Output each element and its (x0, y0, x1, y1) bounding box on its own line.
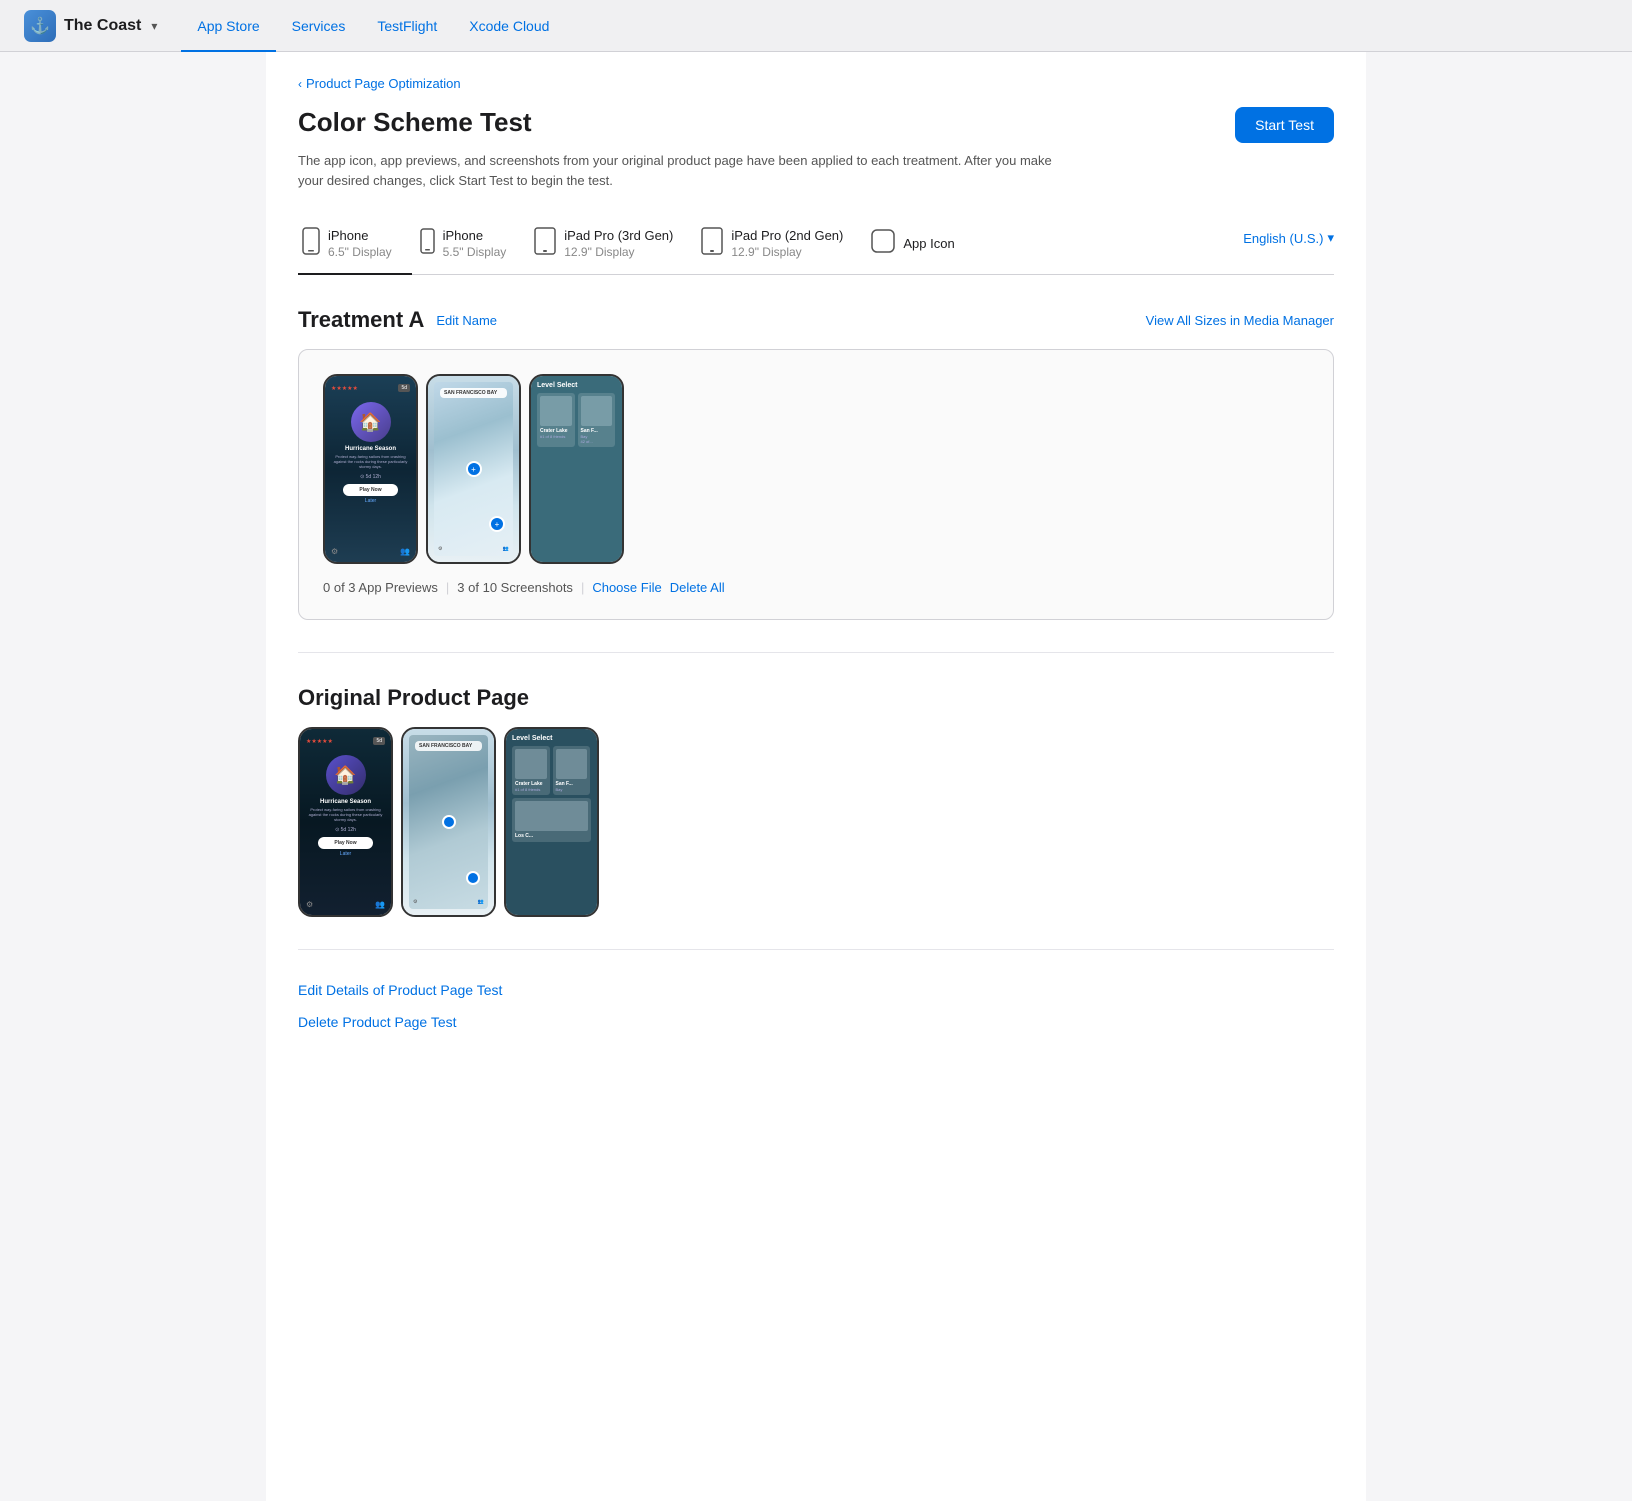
edit-details-link[interactable]: Edit Details of Product Page Test (298, 982, 1334, 998)
top-nav: ⚓ The Coast ▾ App Store Services TestFli… (0, 0, 1632, 52)
section-separator-1 (298, 652, 1334, 653)
tab-ipad-2nd-size: 12.9" Display (731, 245, 843, 261)
nav-link-testflight[interactable]: TestFlight (361, 1, 453, 52)
treatment-a-screenshot-area: ★★★★★ 5d 🏠 Hurricane Season Protect way-… (298, 349, 1334, 620)
delete-all-link[interactable]: Delete All (670, 580, 725, 595)
tab-iphone-55-size: 5.5" Display (443, 245, 507, 261)
treatment-a-header: Treatment A Edit Name View All Sizes in … (298, 307, 1334, 333)
screenshots-meta: 0 of 3 App Previews | 3 of 10 Screenshot… (323, 580, 1309, 595)
page-description: The app icon, app previews, and screensh… (298, 151, 1078, 190)
previews-count: 0 of 3 App Previews (323, 580, 438, 595)
nav-brand[interactable]: ⚓ The Coast ▾ (24, 10, 157, 42)
screenshot-1: ★★★★★ 5d 🏠 Hurricane Season Protect way-… (323, 374, 418, 564)
breadcrumb-label: Product Page Optimization (306, 76, 461, 91)
screenshot-2: SAN FRANCISCO BAY + + ⚙ 👥 (426, 374, 521, 564)
nav-links: App Store Services TestFlight Xcode Clou… (181, 0, 565, 51)
app-icon: ⚓ (24, 10, 56, 42)
screenshot-3: Level Select Crater Lake #1 of 8 friends… (529, 374, 624, 564)
original-screenshots-row: ★★★★★ 5d 🏠 Hurricane Season Protect way-… (298, 727, 1334, 917)
tab-ipad-3rd-size: 12.9" Display (564, 245, 673, 261)
language-chevron-icon: ▾ (1327, 230, 1334, 246)
breadcrumb-chevron-icon: ‹ (298, 77, 302, 91)
main-content: ‹ Product Page Optimization Color Scheme… (266, 52, 1366, 1501)
nav-link-services[interactable]: Services (276, 1, 362, 52)
nav-link-app-store[interactable]: App Store (181, 1, 275, 52)
edit-name-link[interactable]: Edit Name (436, 313, 497, 328)
screenshots-count: 3 of 10 Screenshots (457, 580, 573, 595)
nav-link-xcode-cloud[interactable]: Xcode Cloud (453, 1, 565, 52)
ipad-3rd-icon (534, 227, 556, 261)
tab-iphone-55-name: iPhone (443, 228, 507, 245)
bottom-links: Edit Details of Product Page Test Delete… (298, 982, 1334, 1030)
device-tabs: iPhone 6.5" Display iPhone 5.5" Display (298, 214, 1334, 275)
tab-ipad-2nd-name: iPad Pro (2nd Gen) (731, 228, 843, 245)
original-product-page-section: Original Product Page ★★★★★ 5d 🏠 Hurrica… (298, 685, 1334, 917)
tab-app-icon-name: App Icon (903, 236, 954, 253)
section-separator-2 (298, 949, 1334, 950)
tab-ipad-2nd[interactable]: iPad Pro (2nd Gen) 12.9" Display (697, 215, 863, 275)
language-label: English (U.S.) (1243, 231, 1323, 246)
original-page-title: Original Product Page (298, 685, 1334, 711)
brand-chevron-icon: ▾ (151, 19, 157, 33)
tab-iphone-65[interactable]: iPhone 6.5" Display (298, 215, 412, 275)
iphone-65-icon (302, 227, 320, 261)
tab-iphone-65-name: iPhone (328, 228, 392, 245)
brand-name: The Coast (64, 17, 141, 35)
tab-app-icon[interactable]: App Icon (867, 217, 974, 273)
start-test-button[interactable]: Start Test (1235, 107, 1334, 143)
language-selector[interactable]: English (U.S.) ▾ (1243, 230, 1334, 258)
app-icon-tab-icon (871, 229, 895, 259)
phone-artwork-icon: 🏠 (351, 402, 391, 442)
breadcrumb[interactable]: ‹ Product Page Optimization (298, 76, 1334, 91)
choose-file-link[interactable]: Choose File (592, 580, 661, 595)
delete-test-link[interactable]: Delete Product Page Test (298, 1014, 1334, 1030)
tab-ipad-3rd[interactable]: iPad Pro (3rd Gen) 12.9" Display (530, 215, 693, 275)
ipad-2nd-icon (701, 227, 723, 261)
page-title: Color Scheme Test (298, 107, 532, 138)
screenshots-row: ★★★★★ 5d 🏠 Hurricane Season Protect way-… (323, 374, 1309, 564)
tab-iphone-55[interactable]: iPhone 5.5" Display (416, 216, 527, 274)
original-screenshot-1: ★★★★★ 5d 🏠 Hurricane Season Protect way-… (298, 727, 393, 917)
treatment-a-title: Treatment A (298, 307, 424, 333)
tab-iphone-65-size: 6.5" Display (328, 245, 392, 261)
original-screenshot-3: Level Select Crater Lake #1 of 8 friends… (504, 727, 599, 917)
view-all-sizes-link[interactable]: View All Sizes in Media Manager (1146, 313, 1334, 328)
treatment-a-section: Treatment A Edit Name View All Sizes in … (298, 307, 1334, 620)
iphone-55-icon (420, 228, 435, 260)
original-screenshot-2: SAN FRANCISCO BAY ⚙ 👥 (401, 727, 496, 917)
page-header: Color Scheme Test Start Test (298, 107, 1334, 143)
tab-ipad-3rd-name: iPad Pro (3rd Gen) (564, 228, 673, 245)
